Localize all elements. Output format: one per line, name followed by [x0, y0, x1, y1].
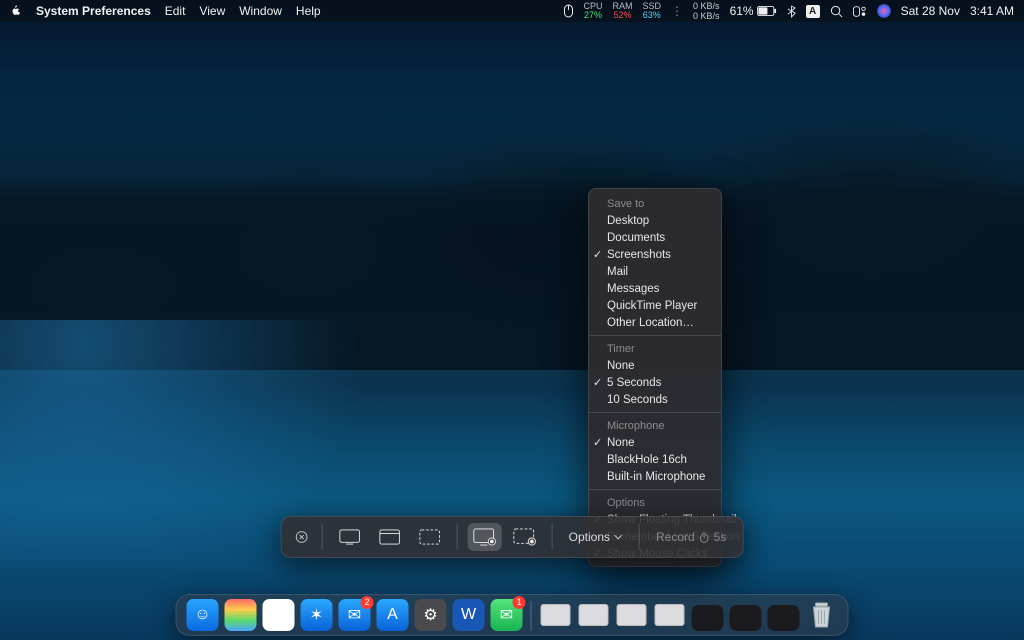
capture-selection-button[interactable] [413, 523, 447, 551]
control-center-icon[interactable] [853, 6, 867, 17]
options-item[interactable]: 10 Seconds [589, 391, 721, 408]
dock-dark-tile-3[interactable] [768, 605, 800, 631]
dock: ☺ ◉✶✉2A⚙W✉1 [176, 594, 849, 636]
menu-view[interactable]: View [199, 4, 225, 18]
keyboard-input-icon[interactable]: A [806, 5, 820, 18]
dock-folder-4[interactable] [654, 599, 686, 631]
options-item[interactable]: BlackHole 16ch [589, 451, 721, 468]
options-item[interactable]: ✓ 5 Seconds [589, 374, 721, 391]
battery-status[interactable]: 61% [730, 4, 777, 18]
options-item-label: Desktop [607, 215, 649, 227]
screenshot-toolbar: Options Record 5s [281, 516, 744, 558]
dock-app-messages[interactable]: ✉1 [491, 599, 523, 631]
siri-icon[interactable] [877, 4, 891, 18]
dock-dark-tile-2[interactable] [730, 605, 762, 631]
net-up[interactable]: 0 KB/s0 KB/s [693, 1, 720, 21]
dock-app-app-store[interactable]: A [377, 599, 409, 631]
options-item[interactable]: Mail [589, 263, 721, 280]
options-item-label: Mail [607, 266, 628, 278]
options-item-label: Other Location… [607, 317, 694, 329]
record-entire-screen-button[interactable] [468, 523, 502, 551]
options-item[interactable]: Built-in Microphone [589, 468, 721, 485]
dock-trash[interactable] [806, 599, 838, 631]
options-label: Options [569, 530, 610, 544]
bluetooth-icon[interactable] [787, 5, 796, 18]
check-icon: ✓ [593, 376, 602, 389]
options-item-label: Documents [607, 232, 665, 244]
badge: 2 [361, 596, 374, 609]
menu-window[interactable]: Window [239, 4, 282, 18]
dock-separator [531, 601, 532, 631]
screenshot-options-menu: Save to Desktop Documents ✓ Screenshots Mail M… [588, 188, 722, 567]
cpu-stat[interactable]: CPU 27% [584, 2, 603, 20]
options-item[interactable]: None [589, 357, 721, 374]
options-item-label: Screenshots [607, 249, 671, 261]
record-timer-label: 5s [714, 530, 727, 544]
dock-app-launchpad[interactable] [225, 599, 257, 631]
options-item-label: Built-in Microphone [607, 471, 705, 483]
options-item[interactable]: Other Location… [589, 314, 721, 331]
dock-app-chrome[interactable]: ◉ [263, 599, 295, 631]
capture-window-button[interactable] [373, 523, 407, 551]
ram-stat[interactable]: RAM 52% [613, 2, 633, 20]
spotlight-icon[interactable] [830, 5, 843, 18]
menu-edit[interactable]: Edit [165, 4, 186, 18]
menubar-date[interactable]: Sat 28 Nov [901, 4, 960, 18]
dock-app-word[interactable]: W [453, 599, 485, 631]
options-item[interactable]: ✓ Screenshots [589, 246, 721, 263]
check-icon: ✓ [593, 248, 602, 261]
options-item[interactable]: Documents [589, 229, 721, 246]
options-item-label: Messages [607, 283, 659, 295]
dock-folder-2[interactable] [578, 599, 610, 631]
check-icon: ✓ [593, 436, 602, 449]
dock-app-finder[interactable]: ☺ [187, 599, 219, 631]
options-section-title: Options [589, 494, 721, 511]
battery-icon [757, 6, 777, 16]
options-item-label: QuickTime Player [607, 300, 697, 312]
dock-folder-1[interactable] [540, 599, 572, 631]
options-item[interactable]: ✓ None [589, 434, 721, 451]
options-item-label: BlackHole 16ch [607, 454, 687, 466]
record-label: Record [656, 530, 695, 544]
menubar: System Preferences Edit View Window Help… [0, 0, 1024, 22]
battery-percent: 61% [730, 4, 754, 18]
options-item[interactable]: QuickTime Player [589, 297, 721, 314]
chevron-down-icon [614, 534, 623, 540]
options-button[interactable]: Options [563, 526, 629, 548]
badge: 1 [513, 596, 526, 609]
record-selection-button[interactable] [508, 523, 542, 551]
dock-folder-3[interactable] [616, 599, 648, 631]
menu-help[interactable]: Help [296, 4, 321, 18]
options-item-label: 5 Seconds [607, 377, 661, 389]
options-section-title: Microphone [589, 417, 721, 434]
app-name[interactable]: System Preferences [36, 4, 151, 18]
dock-dark-tile-1[interactable] [692, 605, 724, 631]
dock-app-mail[interactable]: ✉2 [339, 599, 371, 631]
capture-entire-screen-button[interactable] [333, 523, 367, 551]
options-item-label: None [607, 360, 635, 372]
close-button[interactable] [292, 527, 312, 547]
mouse-icon[interactable] [563, 4, 574, 18]
record-button[interactable]: Record 5s [650, 526, 732, 548]
dock-app-safari[interactable]: ✶ [301, 599, 333, 631]
options-item-label: None [607, 437, 635, 449]
options-section-title: Timer [589, 340, 721, 357]
options-item[interactable]: Messages [589, 280, 721, 297]
options-section-title: Save to [589, 195, 721, 212]
options-item[interactable]: Desktop [589, 212, 721, 229]
ssd-stat[interactable]: SSD 63% [643, 2, 662, 20]
separator-icon: ⋮ [671, 4, 683, 18]
apple-menu[interactable] [10, 5, 22, 17]
timer-icon [699, 532, 710, 543]
dock-app-settings[interactable]: ⚙ [415, 599, 447, 631]
menubar-time[interactable]: 3:41 AM [970, 4, 1014, 18]
options-item-label: 10 Seconds [607, 394, 668, 406]
